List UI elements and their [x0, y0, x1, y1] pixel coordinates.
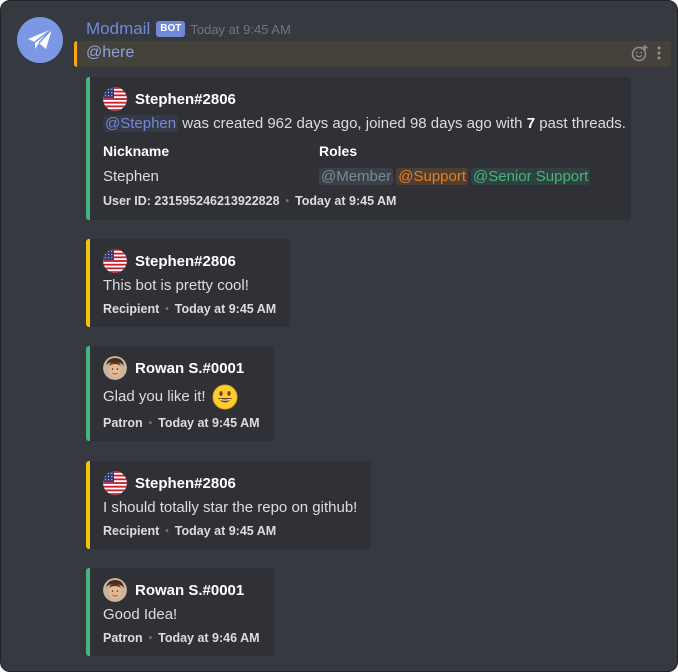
message-text: This bot is pretty cool! — [103, 277, 249, 294]
embed-footer: User ID: 231595246213922828 • Today at 9… — [103, 194, 397, 208]
message-embed: Stephen#2806 This bot is pretty cool! Re… — [86, 239, 290, 327]
message-embed: Rowan S.#0001 Good Idea! Patron • Today … — [86, 568, 274, 656]
chat-window: Modmail BOT Today at 9:45 AM @here Steph — [0, 0, 678, 672]
footer-time: Today at 9:45 AM — [174, 302, 277, 316]
footer-user-id: User ID: 231595246213922828 — [103, 194, 280, 208]
user-mention[interactable]: @Stephen — [103, 115, 179, 132]
embed-author-name: Stephen#2806 — [135, 474, 236, 492]
footer-role: Recipient — [103, 302, 160, 316]
embed-author: Rowan S.#0001 — [103, 356, 244, 380]
more-options-icon[interactable] — [657, 46, 661, 60]
us-flag-icon — [103, 471, 127, 495]
embed-author-name: Stephen#2806 — [135, 90, 236, 108]
message-embed: Rowan S.#0001 Glad you like it! Patron •… — [86, 346, 274, 441]
bot-username[interactable]: Modmail — [86, 19, 150, 39]
role-mention[interactable]: @Senior Support — [471, 168, 591, 185]
description-text: was created 962 days ago, joined 98 days… — [178, 115, 527, 132]
footer-time: Today at 9:45 AM — [158, 416, 260, 430]
footer-time: Today at 9:45 AM — [174, 524, 277, 538]
embed-author-name: Stephen#2806 — [135, 252, 236, 270]
nickname-field-label: Nickname — [103, 143, 170, 159]
embed-footer: Patron • Today at 9:46 AM — [103, 631, 260, 645]
message-actions — [631, 44, 661, 62]
embed-author: Rowan S.#0001 — [103, 578, 244, 602]
add-reaction-icon[interactable] — [631, 44, 649, 62]
roles-field-label: Roles — [319, 143, 358, 159]
message-text-content: Glad you like it! — [103, 388, 206, 405]
past-threads-count: 7 — [526, 115, 536, 132]
message-timestamp: Today at 9:45 AM — [190, 21, 291, 37]
message-text: Good Idea! — [103, 606, 178, 623]
us-flag-icon — [103, 87, 127, 111]
embed-description: @Stephen was created 962 days ago, joine… — [103, 115, 626, 132]
embed-author: Stephen#2806 — [103, 471, 236, 495]
footer-role: Recipient — [103, 524, 160, 538]
embed-footer: Patron • Today at 9:45 AM — [103, 416, 260, 430]
here-mention[interactable]: @here — [86, 44, 134, 62]
roles-field-value: @Member @Support @Senior Support — [319, 168, 591, 185]
mention-message[interactable]: @here — [74, 41, 671, 67]
footer-role: Patron — [103, 631, 143, 645]
role-mention[interactable]: @Support — [396, 168, 469, 185]
embed-author-name: Rowan S.#0001 — [135, 581, 245, 599]
user-info-embed: Stephen#2806 @Stephen was created 962 da… — [86, 77, 631, 220]
message-text: Glad you like it! — [103, 384, 238, 410]
embed-author: Stephen#2806 — [103, 249, 236, 273]
footer-time: Today at 9:45 AM — [295, 194, 397, 208]
us-flag-icon — [103, 249, 127, 273]
avatar[interactable] — [103, 578, 127, 602]
footer-time: Today at 9:46 AM — [158, 631, 260, 645]
embed-author: Stephen#2806 — [103, 87, 236, 111]
avatar[interactable] — [103, 356, 127, 380]
envelope-icon — [28, 28, 53, 49]
bot-tag: BOT — [156, 21, 186, 37]
message-embed: Stephen#2806 I should totally star the r… — [86, 461, 371, 549]
bot-avatar[interactable] — [17, 17, 63, 63]
embed-footer: Recipient • Today at 9:45 AM — [103, 524, 277, 538]
message-text: I should totally star the repo on github… — [103, 499, 358, 516]
role-mention[interactable]: @Member — [319, 168, 394, 185]
description-end: past threads. — [535, 115, 626, 132]
embed-footer: Recipient • Today at 9:45 AM — [103, 302, 277, 316]
footer-role: Patron — [103, 416, 143, 430]
nickname-field-value: Stephen — [103, 168, 159, 185]
embed-author-name: Rowan S.#0001 — [135, 359, 245, 377]
grinning-emoji-icon — [212, 384, 238, 410]
message-header: Modmail BOT Today at 9:45 AM — [86, 17, 291, 41]
